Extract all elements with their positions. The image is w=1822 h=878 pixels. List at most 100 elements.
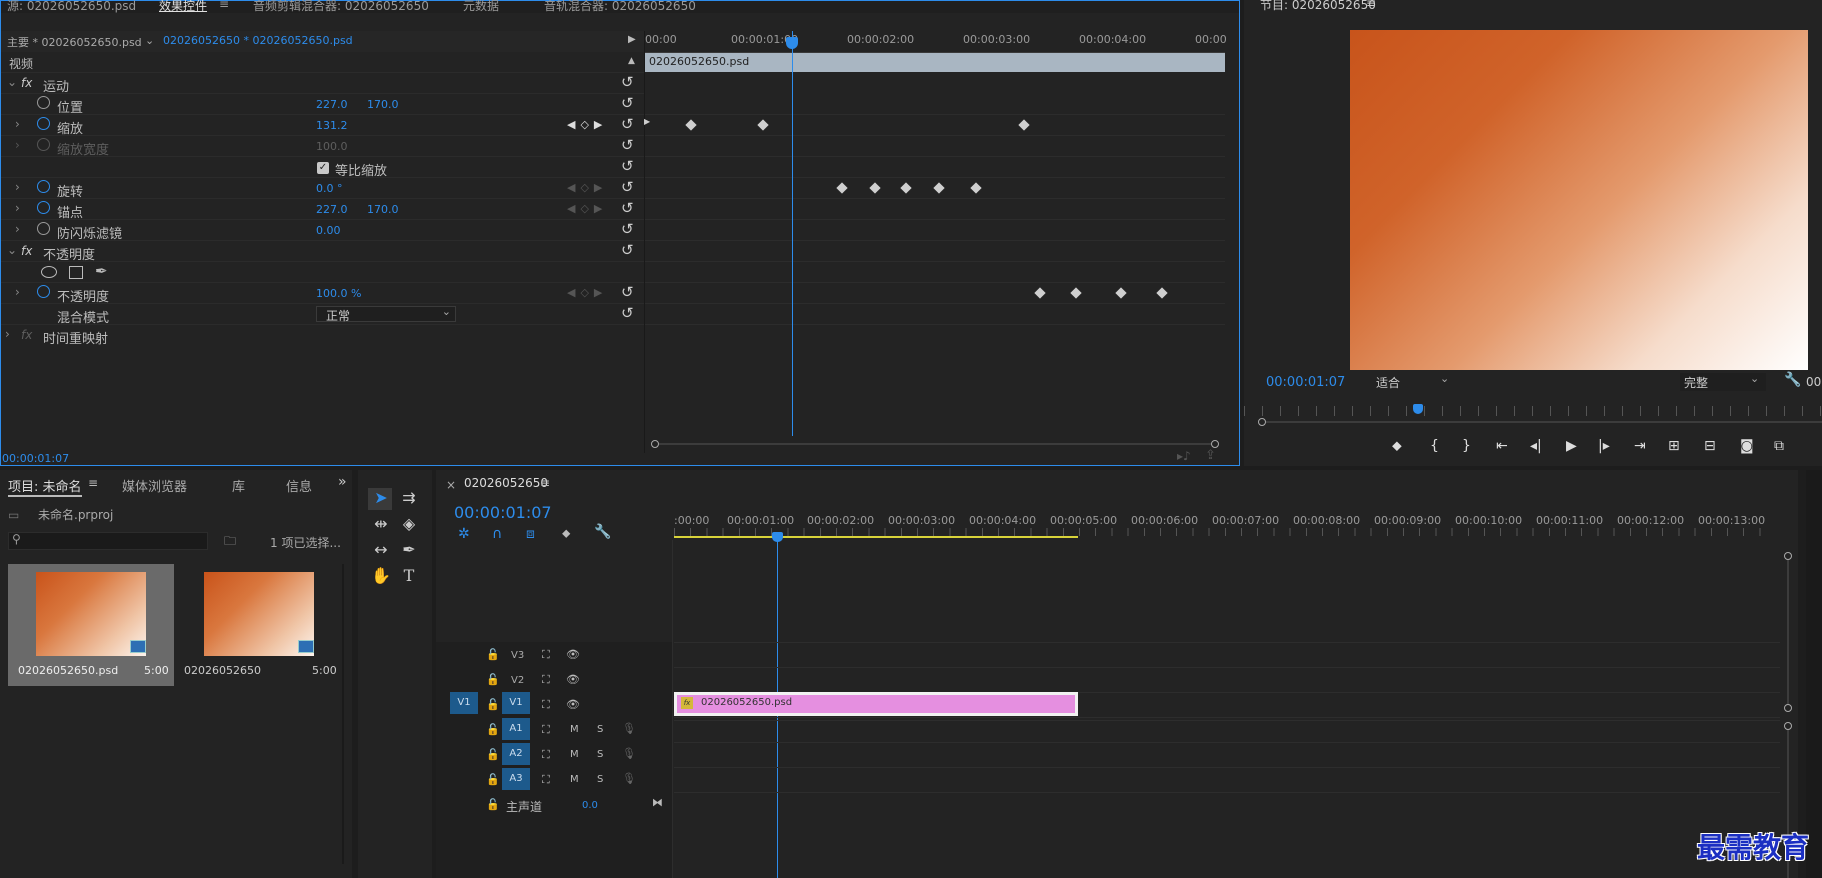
close-icon[interactable]: × bbox=[446, 478, 456, 492]
step-forward-icon[interactable]: |▸ bbox=[1598, 438, 1610, 454]
tab-source[interactable]: 源: 02026052650.psd bbox=[7, 0, 136, 14]
solo-button[interactable]: S bbox=[597, 749, 603, 760]
blend-mode-select[interactable]: 正常 ⌄ bbox=[316, 305, 456, 323]
new-bin-icon[interactable]: 🗀 bbox=[224, 532, 236, 553]
sync-lock-icon[interactable]: ⛶ bbox=[542, 698, 550, 712]
rotation-value[interactable]: 0.0 ° bbox=[316, 182, 343, 195]
reset-icon[interactable]: ↺ bbox=[621, 199, 634, 217]
rotation-keyframe[interactable] bbox=[970, 182, 982, 194]
scale-keyframe[interactable] bbox=[757, 119, 769, 131]
reset-icon[interactable]: ↺ bbox=[621, 304, 634, 322]
timeline-clip[interactable]: fx 02026052650.psd bbox=[674, 692, 1078, 716]
stopwatch-icon[interactable] bbox=[37, 285, 50, 298]
magnet-icon[interactable]: ∩ bbox=[492, 526, 502, 542]
project-scrollbar[interactable] bbox=[342, 564, 344, 864]
stopwatch-icon[interactable] bbox=[37, 201, 50, 214]
track-a3-label[interactable]: A3 bbox=[502, 768, 530, 790]
microphone-icon[interactable]: 🎙 bbox=[622, 772, 636, 785]
tab-effect-controls[interactable]: 效果控件 bbox=[159, 0, 207, 14]
reset-icon[interactable]: ↺ bbox=[621, 157, 634, 175]
chevron-right-icon[interactable]: › bbox=[15, 222, 20, 236]
wrench-icon[interactable]: 🔧 bbox=[1784, 372, 1801, 388]
wrench-icon[interactable]: 🔧 bbox=[594, 524, 611, 540]
anchor-x[interactable]: 227.0 bbox=[316, 203, 348, 216]
lock-icon[interactable]: 🔓 bbox=[486, 698, 500, 711]
lock-icon[interactable]: 🔓 bbox=[486, 673, 500, 686]
rotation-keyframe[interactable] bbox=[933, 182, 945, 194]
microphone-icon[interactable]: 🎙 bbox=[622, 722, 636, 735]
reset-icon[interactable]: ↺ bbox=[621, 115, 634, 133]
sync-lock-icon[interactable]: ⛶ bbox=[542, 748, 550, 762]
chevron-right-icon[interactable]: › bbox=[15, 180, 20, 194]
program-timecode[interactable]: 00:00:01:07 bbox=[1266, 375, 1345, 390]
work-area-bar[interactable] bbox=[674, 536, 1078, 538]
tab-program[interactable]: 节目: 02026052650 bbox=[1260, 0, 1376, 13]
timeline-ruler[interactable]: :00:00 00:00:01:00 00:00:02:00 00:00:03:… bbox=[674, 500, 1784, 540]
reset-icon[interactable]: ↺ bbox=[621, 283, 634, 301]
play-audio-icon[interactable]: ▸♪ bbox=[1177, 449, 1191, 463]
clip-tab-master[interactable]: 主要 * 02026052650.psd bbox=[7, 34, 142, 50]
time-remap-row[interactable]: › fx 时间重映射 bbox=[1, 325, 644, 347]
video-track-scrollbar[interactable] bbox=[1787, 560, 1789, 704]
keyframe-nav-icon[interactable]: ◀◇▶ bbox=[567, 181, 607, 194]
play-triangle-icon[interactable]: ▶ bbox=[628, 34, 636, 45]
reset-icon[interactable]: ↺ bbox=[621, 136, 634, 154]
scale-value[interactable]: 131.2 bbox=[316, 119, 348, 132]
search-input[interactable]: ⚲ bbox=[8, 532, 208, 550]
sync-lock-icon[interactable]: ⛶ bbox=[542, 673, 550, 687]
tab-audio-mixer[interactable]: 音频剪辑混合器: 02026052650 bbox=[253, 0, 429, 14]
hand-tool-icon[interactable]: ✋ bbox=[370, 566, 392, 585]
tab-media-browser[interactable]: 媒体浏览器 bbox=[122, 476, 187, 495]
lock-icon[interactable]: 🔓 bbox=[486, 748, 500, 761]
program-preview[interactable] bbox=[1350, 30, 1808, 370]
zoom-scrollbar[interactable] bbox=[659, 443, 1211, 445]
type-tool-icon[interactable]: T bbox=[398, 566, 420, 585]
flicker-value[interactable]: 0.00 bbox=[316, 224, 341, 237]
program-ruler[interactable] bbox=[1244, 406, 1822, 416]
chevron-down-icon[interactable]: ⌄ bbox=[145, 34, 154, 47]
tab-project[interactable]: 项目: 未命名 bbox=[8, 476, 82, 497]
pen-tool-icon[interactable]: ✒ bbox=[398, 540, 420, 559]
ellipse-mask-icon[interactable] bbox=[41, 266, 57, 278]
rotation-keyframe[interactable] bbox=[836, 182, 848, 194]
position-y[interactable]: 170.0 bbox=[367, 98, 399, 111]
keyframe-nav-icon[interactable]: ◀◇▶ bbox=[567, 286, 607, 299]
lock-icon[interactable]: 🔓 bbox=[486, 798, 500, 811]
master-value[interactable]: 0.0 bbox=[582, 800, 598, 811]
mark-in-icon[interactable]: { bbox=[1430, 438, 1439, 454]
scroll-handle[interactable] bbox=[1784, 552, 1792, 560]
program-playhead[interactable] bbox=[1413, 404, 1423, 414]
right-scrollbar[interactable] bbox=[1806, 470, 1822, 878]
zoom-handle-right[interactable] bbox=[1211, 440, 1219, 448]
reset-icon[interactable]: ↺ bbox=[621, 94, 634, 112]
snap-icon[interactable]: ✲ bbox=[458, 526, 470, 542]
tab-info[interactable]: 信息 bbox=[286, 476, 312, 495]
ec-timeline[interactable]: 00:00 00:00:01:00 00:00:02:00 00:00:03:0… bbox=[644, 31, 1227, 453]
track-v3-label[interactable]: V3 bbox=[511, 650, 524, 661]
button-editor-icon[interactable]: ⧉ bbox=[1774, 438, 1784, 454]
go-to-in-icon[interactable]: ⇤ bbox=[1496, 438, 1508, 454]
mute-button[interactable]: M bbox=[570, 774, 579, 785]
lock-icon[interactable]: 🔓 bbox=[486, 723, 500, 736]
timeline-playhead-handle[interactable] bbox=[772, 532, 783, 542]
ec-timecode[interactable]: 00:00:01:07 bbox=[2, 452, 69, 465]
stopwatch-icon[interactable] bbox=[37, 96, 50, 109]
add-marker-icon[interactable]: ⬥ bbox=[1392, 438, 1402, 454]
eye-icon[interactable]: 👁 bbox=[566, 698, 580, 711]
project-item[interactable]: 02026052650.psd 5:00 bbox=[8, 564, 174, 686]
stopwatch-icon[interactable] bbox=[37, 117, 50, 130]
collapse-triangle-icon[interactable]: ▲ bbox=[628, 56, 635, 66]
linked-selection-icon[interactable]: ⧈ bbox=[526, 526, 535, 542]
scroll-handle[interactable] bbox=[1784, 704, 1792, 712]
reset-icon[interactable]: ↺ bbox=[621, 220, 634, 238]
camera-icon[interactable]: ◙ bbox=[1740, 438, 1754, 454]
program-zoom-handle[interactable] bbox=[1258, 418, 1266, 426]
rectangle-mask-icon[interactable] bbox=[69, 266, 83, 279]
opacity-keyframe[interactable] bbox=[1156, 287, 1168, 299]
ec-clip-bar[interactable]: 02026052650.psd bbox=[645, 53, 1225, 72]
keyframe-nav-icon[interactable]: ◀◇▶ bbox=[567, 202, 607, 215]
fit-select[interactable]: 适合 ⌄ bbox=[1370, 372, 1456, 391]
play-icon[interactable]: ▶ bbox=[1566, 438, 1577, 454]
stopwatch-icon[interactable] bbox=[37, 222, 50, 235]
scroll-handle[interactable] bbox=[1784, 722, 1792, 730]
